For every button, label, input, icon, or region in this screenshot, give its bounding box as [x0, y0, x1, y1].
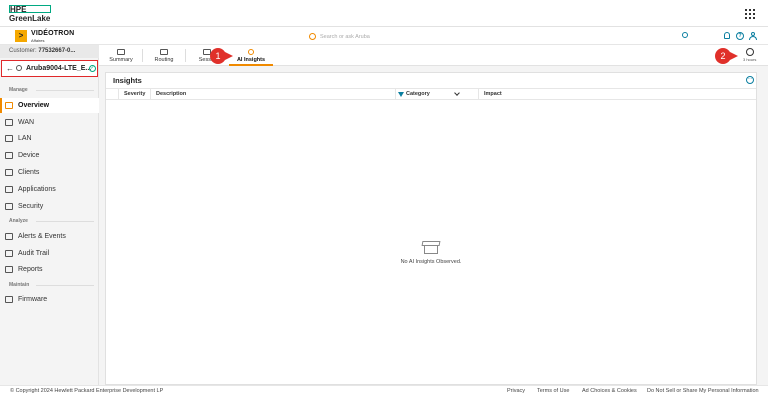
customer-value: 77532667-0... [38, 48, 76, 54]
wan-icon [5, 119, 13, 126]
section-maintain: Maintain [9, 282, 30, 288]
applications-icon [5, 186, 13, 193]
callout-marker-1: 1 [210, 48, 226, 64]
sidebar-item-label: Security [18, 203, 44, 210]
main-content: Insights ··· Severity Description Catego… [99, 66, 768, 385]
do-not-sell-link[interactable]: Do Not Sell or Share My Personal Informa… [647, 386, 759, 397]
customer-selector[interactable]: Customer: 77532667-0... [0, 45, 99, 58]
section-divider [36, 90, 94, 91]
sidebar-item-label: Alerts & Events [18, 233, 66, 240]
alerts-icon [5, 233, 13, 240]
back-arrow-icon[interactable]: ← [6, 64, 14, 73]
search-icon[interactable] [682, 32, 688, 38]
hpe-logo-line2: GreenLake [9, 14, 51, 23]
tab-label: Summary [109, 57, 133, 63]
brand-logo-icon[interactable]: > [15, 30, 27, 42]
brand-subtitle: Affaires [31, 38, 45, 43]
sidebar-item-alerts-events[interactable]: Alerts & Events [0, 229, 99, 244]
hpe-greenlake-logo[interactable]: HPE GreenLake [9, 5, 55, 23]
clients-icon [5, 169, 13, 176]
sidebar: Customer: 77532667-0... ← Aruba9004-LTE_… [0, 45, 99, 385]
insights-panel: Insights ··· Severity Description Catego… [105, 72, 757, 385]
aruba-search-icon [309, 33, 316, 40]
more-options-icon[interactable]: ··· [746, 76, 754, 84]
lan-icon [5, 135, 13, 142]
gateway-icon [16, 65, 22, 71]
firmware-icon [5, 296, 13, 303]
search-input[interactable]: Search or ask Aruba [309, 32, 469, 42]
time-range-label[interactable]: 3 hours [743, 57, 756, 62]
section-divider [36, 285, 94, 286]
security-icon [5, 203, 13, 210]
sidebar-item-firmware[interactable]: Firmware [0, 292, 99, 307]
tab-summary[interactable]: Summary [99, 45, 143, 66]
sidebar-item-label: Clients [18, 169, 40, 176]
column-severity[interactable]: Severity [124, 89, 145, 100]
tab-routing[interactable]: Routing [142, 45, 186, 66]
empty-box-icon [421, 241, 441, 255]
section-manage: Manage [9, 87, 28, 93]
table-header: Severity Description Category Impact [106, 88, 756, 100]
sidebar-item-overview[interactable]: Overview [0, 98, 99, 113]
sidebar-item-reports[interactable]: Reports [0, 262, 99, 277]
sidebar-item-wan[interactable]: WAN [0, 115, 99, 130]
sidebar-item-label: WAN [18, 119, 35, 126]
sidebar-item-clients[interactable]: Clients [0, 165, 99, 180]
callout-pointer-2 [730, 52, 738, 60]
notifications-bell-icon[interactable] [724, 32, 730, 39]
sidebar-item-label: Reports [18, 266, 43, 273]
sidebar-item-label: Overview [18, 102, 50, 109]
column-description[interactable]: Description [156, 89, 186, 100]
app-header: > VIDÉOTRON Affaires Search or ask Aruba… [0, 28, 768, 45]
ad-choices-link[interactable]: Ad Choices & Cookies [582, 386, 637, 397]
panel-title: Insights [113, 76, 142, 85]
overview-icon [5, 102, 13, 109]
hpe-top-bar: HPE GreenLake [0, 0, 768, 27]
device-icon [5, 152, 13, 159]
apps-grid-icon[interactable] [745, 9, 755, 19]
tab-label: Routing [154, 57, 174, 63]
empty-state-message: No AI Insights Observed. [400, 259, 462, 265]
section-divider [36, 221, 94, 222]
summary-icon [117, 49, 125, 55]
time-range-clock-icon[interactable] [746, 48, 754, 56]
customer-label: Customer: [9, 48, 37, 54]
tab-label: AI Insights [236, 57, 266, 63]
lightbulb-icon [248, 49, 254, 55]
hpe-logo-line1: HPE [10, 5, 27, 14]
audit-icon [5, 250, 13, 257]
tab-bar: Summary Routing Sessio AI Insights [99, 45, 768, 66]
section-analyze: Analyze [9, 218, 28, 224]
routing-icon [160, 49, 168, 55]
footer: © Copyright 2024 Hewlett Packard Enterpr… [0, 385, 768, 396]
sidebar-item-label: Applications [18, 186, 56, 193]
privacy-link[interactable]: Privacy [507, 386, 525, 397]
device-context-selector[interactable]: ← Aruba9004-LTE_E... ✓ [1, 60, 98, 77]
tab-ai-insights[interactable]: AI Insights [229, 45, 273, 66]
sidebar-item-label: Device [18, 152, 40, 159]
sidebar-item-audit-trail[interactable]: Audit Trail [0, 246, 99, 261]
callout-pointer-1 [225, 52, 233, 60]
reports-icon [5, 266, 13, 273]
column-impact[interactable]: Impact [484, 89, 502, 100]
sidebar-item-applications[interactable]: Applications [0, 182, 99, 197]
sidebar-item-lan[interactable]: LAN [0, 131, 99, 146]
sidebar-item-security[interactable]: Security [0, 199, 99, 214]
terms-link[interactable]: Terms of Use [537, 386, 569, 397]
search-placeholder: Search or ask Aruba [320, 34, 370, 40]
brand-name: VIDÉOTRON [31, 30, 75, 37]
sidebar-item-label: Firmware [18, 296, 48, 303]
copyright-text: © Copyright 2024 Hewlett Packard Enterpr… [10, 388, 164, 394]
column-category[interactable]: Category [406, 89, 430, 100]
status-ok-icon: ✓ [89, 65, 96, 72]
device-name: Aruba9004-LTE_E... [26, 65, 92, 72]
filter-icon[interactable] [398, 92, 404, 97]
sidebar-item-device[interactable]: Device [0, 148, 99, 163]
help-icon[interactable]: ? [736, 32, 744, 40]
callout-marker-2: 2 [715, 48, 731, 64]
sidebar-item-label: LAN [18, 135, 32, 142]
chevron-down-icon[interactable] [454, 90, 460, 96]
sidebar-item-label: Audit Trail [18, 250, 50, 257]
user-profile-icon[interactable] [749, 32, 757, 40]
